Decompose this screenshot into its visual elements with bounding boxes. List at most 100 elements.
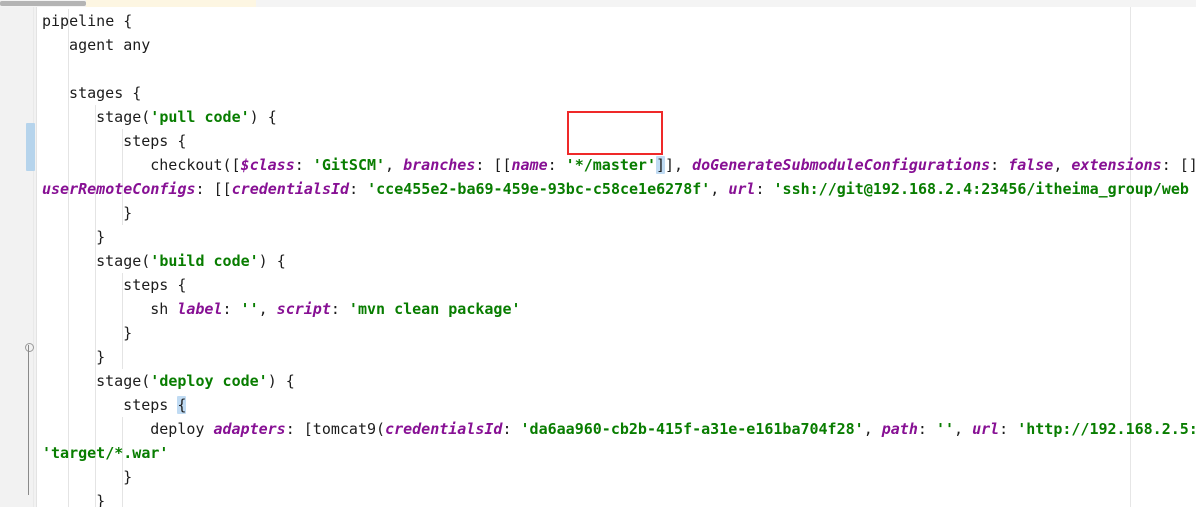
code-token-plain: } bbox=[96, 348, 106, 366]
code-line[interactable]: stage('deploy code') { bbox=[96, 369, 295, 393]
code-token-plain: stage( bbox=[96, 108, 151, 126]
code-token-prop: url bbox=[728, 180, 756, 198]
code-token-plain: : bbox=[999, 420, 1018, 438]
code-token-prop: label bbox=[177, 300, 223, 318]
code-token-str: 'GitSCM' bbox=[312, 156, 386, 174]
code-token-str: 'target/*.war' bbox=[42, 444, 169, 462]
code-token-plain: : [] bbox=[1161, 156, 1196, 174]
code-line[interactable]: } bbox=[96, 489, 105, 507]
code-editor-screen: pipeline {agent any stages {stage('pull c… bbox=[0, 0, 1196, 507]
code-token-plain: steps { bbox=[123, 276, 187, 294]
code-token-str: 'http://192.168.2.5: bbox=[1017, 420, 1196, 438]
code-token-plain: , bbox=[710, 180, 729, 198]
code-token-plain: steps bbox=[123, 396, 178, 414]
horizontal-scrollbar-region bbox=[86, 0, 256, 7]
code-token-plain: : bbox=[502, 420, 521, 438]
code-line[interactable]: pipeline { bbox=[42, 9, 132, 33]
code-token-plain: , bbox=[258, 300, 277, 318]
code-token-prop: branches bbox=[403, 156, 476, 174]
code-token-plain: : bbox=[330, 300, 349, 318]
gutter-change-marker[interactable] bbox=[26, 123, 35, 171]
code-token-plain: ) { bbox=[249, 108, 277, 126]
code-token-prop: path bbox=[881, 420, 918, 438]
code-line[interactable]: } bbox=[123, 201, 132, 225]
code-line[interactable]: checkout([$class: 'GitSCM', branches: [[… bbox=[150, 153, 1196, 177]
code-token-prop: adapters bbox=[213, 420, 286, 438]
code-token-str: '' bbox=[240, 300, 259, 318]
code-token-plain: stage( bbox=[96, 372, 151, 390]
code-token-plain: deploy bbox=[150, 420, 214, 438]
code-token-prop: credentialsId bbox=[385, 420, 503, 438]
code-token-brk: { bbox=[177, 396, 187, 414]
code-token-plain: , bbox=[1053, 156, 1072, 174]
editor-text-area[interactable]: pipeline {agent any stages {stage('pull c… bbox=[37, 7, 1196, 507]
code-token-plain: stages { bbox=[69, 84, 142, 102]
code-token-plain: : bbox=[755, 180, 774, 198]
code-token-str: 'build code' bbox=[150, 252, 259, 270]
editor-gutter[interactable] bbox=[0, 7, 37, 507]
code-line[interactable]: sh label: '', script: 'mvn clean package… bbox=[150, 297, 520, 321]
code-token-plain: steps { bbox=[123, 132, 187, 150]
code-token-plain: : bbox=[349, 180, 368, 198]
code-token-prop: doGenerateSubmoduleConfigurations bbox=[692, 156, 991, 174]
code-token-plain: ], bbox=[665, 156, 693, 174]
code-token-plain: pipeline { bbox=[42, 12, 133, 30]
code-token-plain: , bbox=[863, 420, 882, 438]
code-token-plain: } bbox=[123, 468, 133, 486]
code-line[interactable]: } bbox=[123, 465, 132, 489]
code-line[interactable]: agent any bbox=[69, 33, 150, 57]
code-line[interactable]: userRemoteConfigs: [[credentialsId: 'cce… bbox=[42, 177, 1189, 201]
code-line[interactable]: steps { bbox=[123, 273, 186, 297]
code-fold-toggle-icon[interactable] bbox=[25, 343, 34, 352]
code-token-plain: : [[ bbox=[195, 180, 232, 198]
horizontal-scrollbar-thumb[interactable] bbox=[0, 1, 86, 6]
code-token-plain: } bbox=[96, 492, 106, 507]
code-token-prop: extensions bbox=[1071, 156, 1162, 174]
code-token-plain: : bbox=[222, 300, 241, 318]
code-token-str: 'cce455e2-ba69-459e-93bc-c58ce1e6278f' bbox=[367, 180, 711, 198]
code-fold-range-line bbox=[28, 345, 29, 495]
code-token-brk: ] bbox=[655, 156, 666, 174]
code-line[interactable]: 'target/*.war' bbox=[42, 441, 168, 465]
code-token-prop: url bbox=[972, 420, 1000, 438]
code-line[interactable]: stages { bbox=[69, 81, 141, 105]
code-token-str: 'deploy code' bbox=[150, 372, 268, 390]
code-token-str: '*/master' bbox=[565, 156, 656, 174]
code-token-plain: } bbox=[123, 204, 133, 222]
code-line[interactable]: deploy adapters: [tomcat9(credentialsId:… bbox=[150, 417, 1196, 441]
code-token-str: 'pull code' bbox=[150, 108, 250, 126]
code-token-prop: credentialsId bbox=[231, 180, 350, 198]
code-token-prop: script bbox=[276, 300, 331, 318]
code-line[interactable]: } bbox=[96, 225, 105, 249]
code-token-prop: false bbox=[1008, 156, 1054, 174]
code-token-prop: name bbox=[511, 156, 548, 174]
code-token-str: 'ssh://git@192.168.2.4:23456/itheima_gro… bbox=[773, 180, 1189, 198]
code-token-plain: ) { bbox=[267, 372, 295, 390]
code-line[interactable]: steps { bbox=[123, 393, 187, 417]
code-token-str: 'da6aa960-cb2b-415f-a31e-e161ba704f28' bbox=[520, 420, 864, 438]
code-token-prop: $class bbox=[240, 156, 295, 174]
code-token-plain: sh bbox=[150, 300, 178, 318]
gutter-divider bbox=[33, 7, 34, 507]
code-token-plain: , bbox=[385, 156, 404, 174]
code-line[interactable]: stage('build code') { bbox=[96, 249, 286, 273]
code-token-plain: : bbox=[917, 420, 936, 438]
code-line[interactable]: stage('pull code') { bbox=[96, 105, 277, 129]
code-line[interactable]: steps { bbox=[123, 129, 186, 153]
code-token-plain: agent any bbox=[69, 36, 151, 54]
code-token-plain: : [tomcat9( bbox=[285, 420, 386, 438]
code-token-plain: : bbox=[547, 156, 566, 174]
code-token-plain: ) { bbox=[258, 252, 286, 270]
code-token-plain: } bbox=[96, 228, 106, 246]
code-token-str: '' bbox=[935, 420, 954, 438]
code-line[interactable]: } bbox=[123, 321, 132, 345]
code-token-plain: } bbox=[123, 324, 133, 342]
code-token-prop: userRemoteConfigs bbox=[42, 180, 196, 198]
code-token-str: 'mvn clean package' bbox=[348, 300, 521, 318]
code-token-plain: stage( bbox=[96, 252, 151, 270]
code-line[interactable]: } bbox=[96, 345, 105, 369]
code-token-plain: : [[ bbox=[475, 156, 512, 174]
code-token-plain: : bbox=[990, 156, 1009, 174]
code-token-plain: , bbox=[954, 420, 973, 438]
code-token-plain: : bbox=[294, 156, 313, 174]
